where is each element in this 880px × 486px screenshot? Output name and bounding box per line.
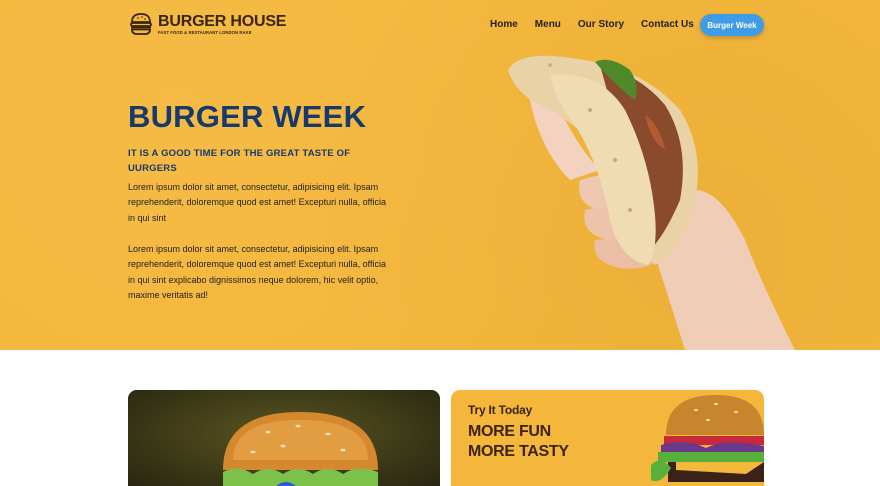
hero-paragraph-2: Lorem ipsum dolor sit amet, consectetur,…: [128, 244, 386, 300]
burger-week-button[interactable]: Burger Week: [700, 14, 764, 36]
promo-card[interactable]: Try It Today MORE FUN MORE TASTY: [451, 390, 764, 486]
brand-tagline: FAST FOOD & RESTAURANT LONDON RAKE: [158, 30, 252, 35]
hero-paragraph-1: Lorem ipsum dolor sit amet, consectetur,…: [128, 182, 386, 223]
burger-photo-card: [128, 390, 440, 486]
nav-contact-us[interactable]: Contact Us: [641, 19, 694, 31]
burger-logo-icon: [130, 13, 152, 35]
burger-promo-image: [651, 395, 764, 482]
hero-subtitle: IT IS A GOOD TIME FOR THE GREAT TASTE OF…: [128, 148, 351, 174]
hero-title: BURGER WEEK: [128, 99, 367, 134]
hero-section: BURGER HOUSE FAST FOOD & RESTAURANT LOND…: [0, 0, 880, 350]
promo-eyebrow: Try It Today: [468, 403, 533, 417]
nav-menu[interactable]: Menu: [535, 19, 561, 31]
nav-our-story[interactable]: Our Story: [578, 19, 624, 31]
main-nav: Home Menu Our Story Contact Us: [490, 19, 694, 31]
nav-home[interactable]: Home: [490, 19, 518, 31]
hand-holding-taco-image: [508, 55, 795, 350]
promo-headline: MORE FUN MORE TASTY: [468, 423, 569, 460]
brand-logo[interactable]: BURGER HOUSE FAST FOOD & RESTAURANT LOND…: [128, 11, 286, 37]
brand-name: BURGER HOUSE: [158, 13, 287, 30]
burger-image: [128, 390, 440, 486]
